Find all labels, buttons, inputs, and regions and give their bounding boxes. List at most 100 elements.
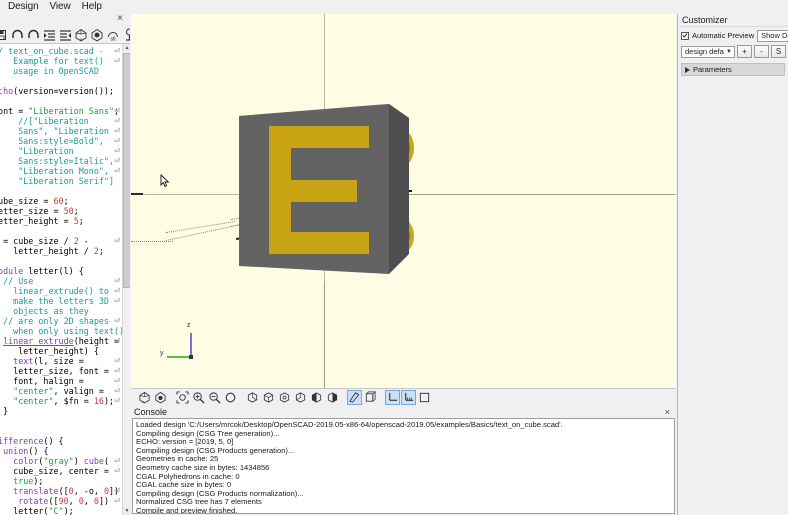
render-icon[interactable] — [153, 390, 168, 405]
wrap-marker — [112, 66, 122, 76]
wrap-marker — [112, 266, 122, 276]
undo-icon[interactable] — [9, 27, 25, 43]
show-scale-icon[interactable] — [401, 390, 416, 405]
cube-svg — [239, 104, 414, 274]
svg-text:stl: stl — [111, 36, 116, 42]
parameters-label: Parameters — [693, 65, 732, 74]
wrap-marker — [112, 346, 122, 356]
menu-item-help[interactable]: Help — [77, 0, 108, 14]
save-icon[interactable] — [0, 27, 9, 43]
3d-viewport[interactable]: y z — [131, 14, 676, 388]
console-line: CGAL Polyhedrons in cache: 0 — [136, 472, 240, 481]
unindent-icon[interactable] — [57, 27, 73, 43]
console-dock: Console × Loaded design 'C:/Users/mrcok/… — [131, 406, 676, 515]
wrap-marker: ⏎ — [114, 167, 120, 175]
wrap-marker: ⏎ — [114, 297, 120, 305]
zoom-in-icon[interactable] — [191, 390, 206, 405]
parameters-group-row[interactable]: Parameters — [681, 63, 785, 76]
detail-level-dropdown[interactable]: Show Details ▼ — [757, 29, 788, 42]
preview-icon[interactable]: » — [137, 390, 152, 405]
scroll-down-arrow[interactable]: ▼ — [123, 507, 130, 515]
show-crosshairs-icon[interactable] — [417, 390, 432, 405]
wrap-marker: ⏎ — [114, 147, 120, 155]
indent-icon[interactable] — [41, 27, 57, 43]
console-output[interactable]: Loaded design 'C:/Users/mrcok/Desktop/Op… — [132, 418, 675, 514]
add-preset-button[interactable]: + — [737, 45, 752, 58]
wrap-marker — [112, 306, 122, 316]
console-title-label: Console — [134, 407, 168, 417]
preview-icon[interactable]: » — [73, 27, 89, 43]
wrap-marker — [112, 406, 122, 416]
console-line: Compile and preview finished. — [136, 506, 238, 514]
console-lines: Loaded design 'C:/Users/mrcok/Desktop/Op… — [133, 419, 674, 514]
editor-vertical-scrollbar[interactable]: ▲ ▼ — [122, 44, 130, 515]
menu-item-design[interactable]: Design — [3, 0, 45, 14]
view-bottom-icon[interactable] — [277, 390, 292, 405]
wrap-marker — [112, 186, 122, 196]
close-icon[interactable]: × — [117, 13, 123, 25]
editor-scroll-thumb[interactable] — [123, 53, 130, 288]
wrap-marker — [112, 446, 122, 456]
axis-gizmo: y z — [159, 319, 207, 369]
wrap-marker: ⏎ — [114, 397, 120, 405]
menu-item-view[interactable]: View — [45, 0, 77, 14]
preset-value: design default values — [685, 47, 724, 56]
view-left-icon[interactable] — [293, 390, 308, 405]
view-top-icon[interactable] — [261, 390, 276, 405]
console-line: CGAL cache size in bytes: 0 — [136, 481, 232, 490]
wrap-marker — [112, 206, 122, 216]
code-scroll-area[interactable]: // text_on_cube.scad - Example for text(… — [0, 44, 122, 515]
preset-dropdown[interactable]: design default values ▼ — [681, 45, 735, 58]
dotted-guide-right — [406, 194, 674, 195]
perspective-icon[interactable] — [347, 390, 362, 405]
render-icon[interactable] — [89, 27, 105, 43]
wrap-marker-column: ⏎⏎⏎⏎⏎⏎⏎⏎⏎⏎⏎⏎⏎⏎⏎⏎⏎⏎⏎⏎⏎⏎⏎⏎⏎ — [112, 44, 122, 515]
wrap-marker: ⏎ — [114, 157, 120, 165]
wrap-marker — [112, 196, 122, 206]
console-line: Compiling design (CSG Products generatio… — [136, 446, 295, 455]
wrap-marker: ⏎ — [114, 127, 120, 135]
orthogonal-icon[interactable] — [363, 390, 378, 405]
view-front-icon[interactable] — [309, 390, 324, 405]
wrap-marker — [112, 326, 122, 336]
wrap-marker: ⏎ — [114, 47, 120, 55]
reset-view-icon[interactable] — [223, 390, 238, 405]
wrap-marker: ⏎ — [114, 467, 120, 475]
wrap-marker — [112, 86, 122, 96]
console-line: Geometries in cache: 25 — [136, 455, 219, 464]
remove-preset-button[interactable]: - — [754, 45, 769, 58]
svg-text:»: » — [80, 37, 83, 42]
wrap-marker: ⏎ — [114, 367, 120, 375]
wrap-marker: ⏎ — [114, 57, 120, 65]
mouse-cursor — [160, 173, 170, 191]
editor-dock: × » stl // text_on_cube.scad - Example f… — [0, 13, 130, 515]
openscad-window: Design View Help × » stl // text_on_cube… — [0, 0, 788, 515]
letter-e — [269, 126, 369, 254]
wrap-marker: ⏎ — [114, 497, 120, 505]
wrap-marker — [112, 96, 122, 106]
console-line: Geometry cache size in bytes: 1434856 — [136, 463, 270, 472]
scroll-up-arrow[interactable]: ▲ — [123, 44, 130, 52]
send-icon[interactable] — [121, 27, 130, 43]
view-right-icon[interactable] — [245, 390, 260, 405]
viewport-toolbar: » — [131, 388, 676, 406]
automatic-preview-checkbox[interactable] — [681, 31, 689, 40]
wrap-marker: ⏎ — [114, 357, 120, 365]
view-back-icon[interactable] — [325, 390, 340, 405]
wrap-marker: ⏎ — [114, 317, 120, 325]
code-editor[interactable]: // text_on_cube.scad - Example for text(… — [0, 44, 130, 515]
dotted-guide-left — [131, 241, 173, 242]
console-line: Normalized CSG tree has 7 elements — [136, 498, 262, 507]
wrap-marker: ⏎ — [114, 237, 120, 245]
close-icon[interactable]: × — [665, 406, 670, 418]
menu-bar: Design View Help — [0, 0, 788, 14]
zoom-all-icon[interactable] — [175, 390, 190, 405]
show-axes-icon[interactable] — [385, 390, 400, 405]
wrap-marker — [112, 436, 122, 446]
export-icon[interactable]: stl — [105, 27, 121, 43]
save-preset-button[interactable]: S — [771, 45, 786, 58]
zoom-out-icon[interactable] — [207, 390, 222, 405]
redo-icon[interactable] — [25, 27, 41, 43]
console-line: Compiling design (CSG Tree generation)..… — [136, 429, 280, 438]
detail-level-value: Show Details — [761, 31, 788, 40]
